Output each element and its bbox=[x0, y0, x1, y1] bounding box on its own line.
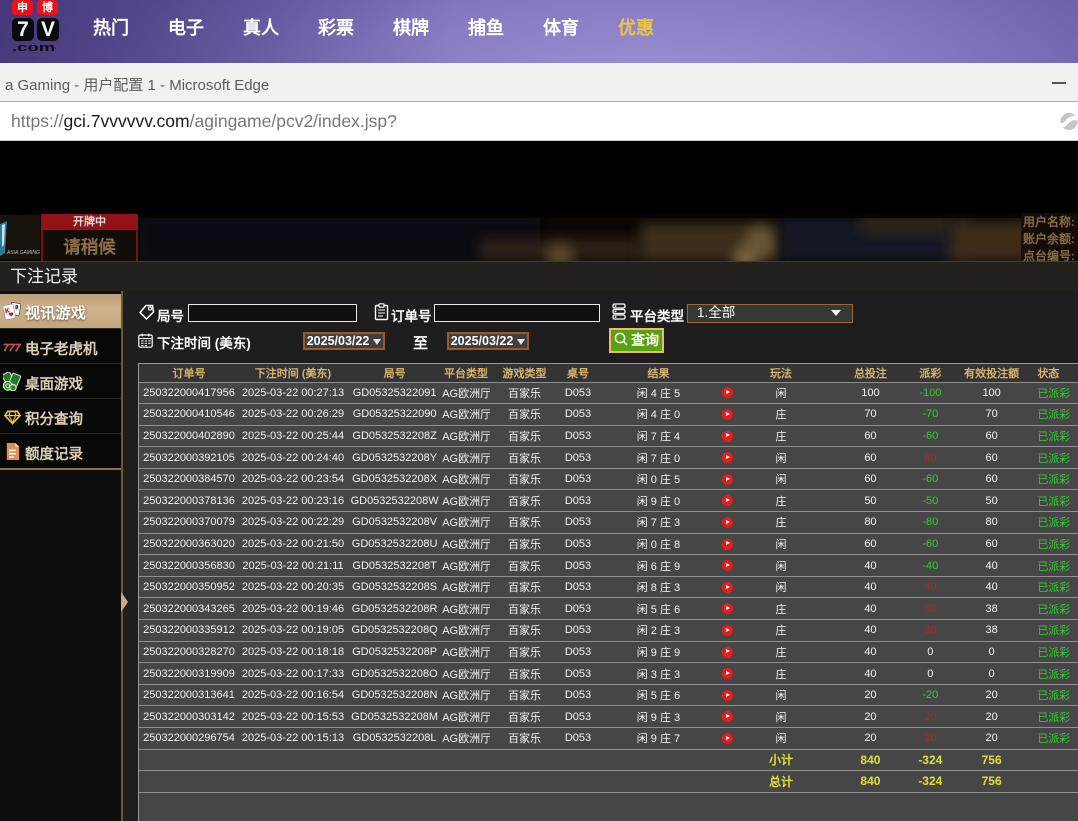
svg-text:ASIA GAMING: ASIA GAMING bbox=[6, 250, 40, 256]
svg-text:777: 777 bbox=[3, 343, 22, 354]
